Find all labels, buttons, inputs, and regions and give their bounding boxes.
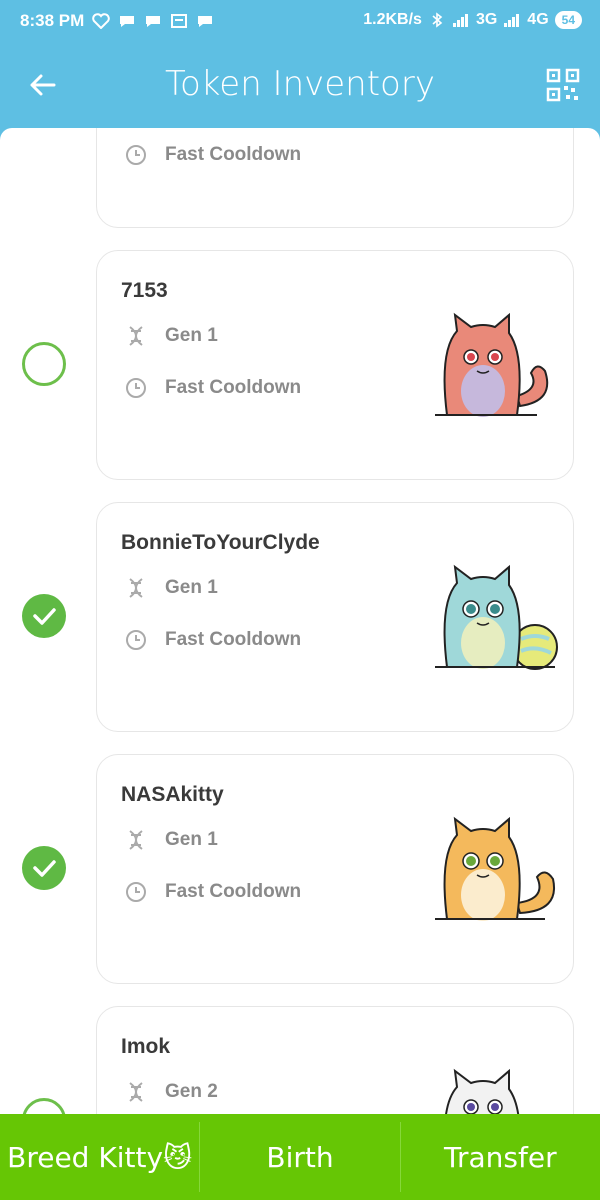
token-list: Fast Cooldown 7153 Gen 1 Fast Cooldown B… <box>0 128 600 1114</box>
bottom-action-bar: Breed Kitty😼 Birth Transfer <box>0 1114 600 1200</box>
select-checkbox[interactable] <box>22 1098 66 1114</box>
kitty-card[interactable]: BonnieToYourClyde Gen 1 Fast Cooldown <box>96 502 574 732</box>
dna-icon <box>129 1082 143 1102</box>
qr-code-icon[interactable] <box>546 68 580 102</box>
clock-icon <box>126 630 146 650</box>
chat-notification-icon <box>146 16 161 27</box>
generation-label: Gen 1 <box>165 829 218 850</box>
clock-icon <box>126 145 146 165</box>
heart-notification-icon <box>92 13 110 29</box>
cooldown-label: Fast Cooldown <box>165 377 302 398</box>
checkmark-icon <box>33 608 56 625</box>
dna-icon <box>129 578 143 598</box>
kitty-name: 7153 <box>121 279 168 302</box>
clock-icon <box>126 378 146 398</box>
network-3g-label: 3G <box>475 11 498 28</box>
generation-label: Gen 2 <box>165 1081 218 1102</box>
select-checkbox[interactable] <box>22 342 66 386</box>
checkmark-icon <box>33 860 56 877</box>
kitty-card[interactable]: 7153 Gen 1 Fast Cooldown <box>96 250 574 480</box>
chat-notification-icon <box>198 16 213 27</box>
kitty-name: BonnieToYourClyde <box>121 531 320 554</box>
clock-icon <box>126 882 146 902</box>
transfer-button[interactable]: Transfer <box>401 1114 600 1200</box>
cooldown-label: Fast Cooldown <box>165 881 302 902</box>
cooldown-label: Fast Cooldown <box>165 629 302 650</box>
generation-label: Gen 1 <box>165 325 218 346</box>
list-item: 7153 Gen 1 Fast Cooldown <box>0 250 600 482</box>
list-item: Imok Gen 2 <box>0 1006 600 1114</box>
list-item: Fast Cooldown <box>0 128 600 230</box>
signal-icon <box>452 14 468 27</box>
status-left: 8:38 PM <box>20 11 214 31</box>
bluetooth-icon <box>432 12 443 28</box>
breed-kitty-button[interactable]: Breed Kitty😼 <box>0 1114 199 1200</box>
calendar-notification-icon <box>171 14 188 28</box>
kitty-image <box>435 816 555 921</box>
generation-attr: Gen 1 <box>125 577 218 599</box>
kitty-name: NASAkitty <box>121 783 224 806</box>
dna-icon <box>129 326 143 346</box>
list-item: BonnieToYourClyde Gen 1 Fast Cooldown <box>0 502 600 734</box>
kitty-image <box>435 564 558 670</box>
cooldown-attr: Fast Cooldown <box>125 144 301 166</box>
battery-indicator: 54 <box>554 11 582 29</box>
list-item: NASAkitty Gen 1 Fast Cooldown <box>0 754 600 986</box>
status-right: 1.2KB/s 3G 4G 54 <box>363 11 582 29</box>
kitty-image <box>445 1068 520 1114</box>
status-time: 8:38 PM <box>20 11 85 30</box>
cooldown-attr: Fast Cooldown <box>125 629 301 651</box>
cooldown-label: Fast Cooldown <box>165 144 302 165</box>
dna-icon <box>129 830 143 850</box>
network-4g-label: 4G <box>527 11 549 28</box>
signal-icon <box>504 14 520 27</box>
generation-attr: Gen 1 <box>125 325 218 347</box>
network-speed: 1.2KB/s <box>363 11 422 28</box>
kitty-image <box>435 312 549 417</box>
status-bar: 8:38 PM 1.2KB/s 3G 4G 54 <box>0 0 600 42</box>
generation-attr: Gen 2 <box>125 1081 218 1103</box>
birth-button[interactable]: Birth <box>200 1114 399 1200</box>
kitty-card[interactable]: Imok Gen 2 <box>96 1006 574 1114</box>
kitty-card[interactable]: NASAkitty Gen 1 Fast Cooldown <box>96 754 574 984</box>
generation-attr: Gen 1 <box>125 829 218 851</box>
select-checkbox[interactable] <box>22 846 66 890</box>
kitty-image <box>425 128 559 175</box>
select-checkbox[interactable] <box>22 594 66 638</box>
generation-label: Gen 1 <box>165 577 218 598</box>
chat-notification-icon <box>120 16 135 27</box>
kitty-card[interactable]: Fast Cooldown <box>96 128 574 228</box>
page-title: Token Inventory <box>165 64 435 104</box>
cooldown-attr: Fast Cooldown <box>125 377 301 399</box>
app-bar: Token Inventory <box>0 42 600 128</box>
cooldown-attr: Fast Cooldown <box>125 881 301 903</box>
kitty-name: Imok <box>121 1035 171 1058</box>
